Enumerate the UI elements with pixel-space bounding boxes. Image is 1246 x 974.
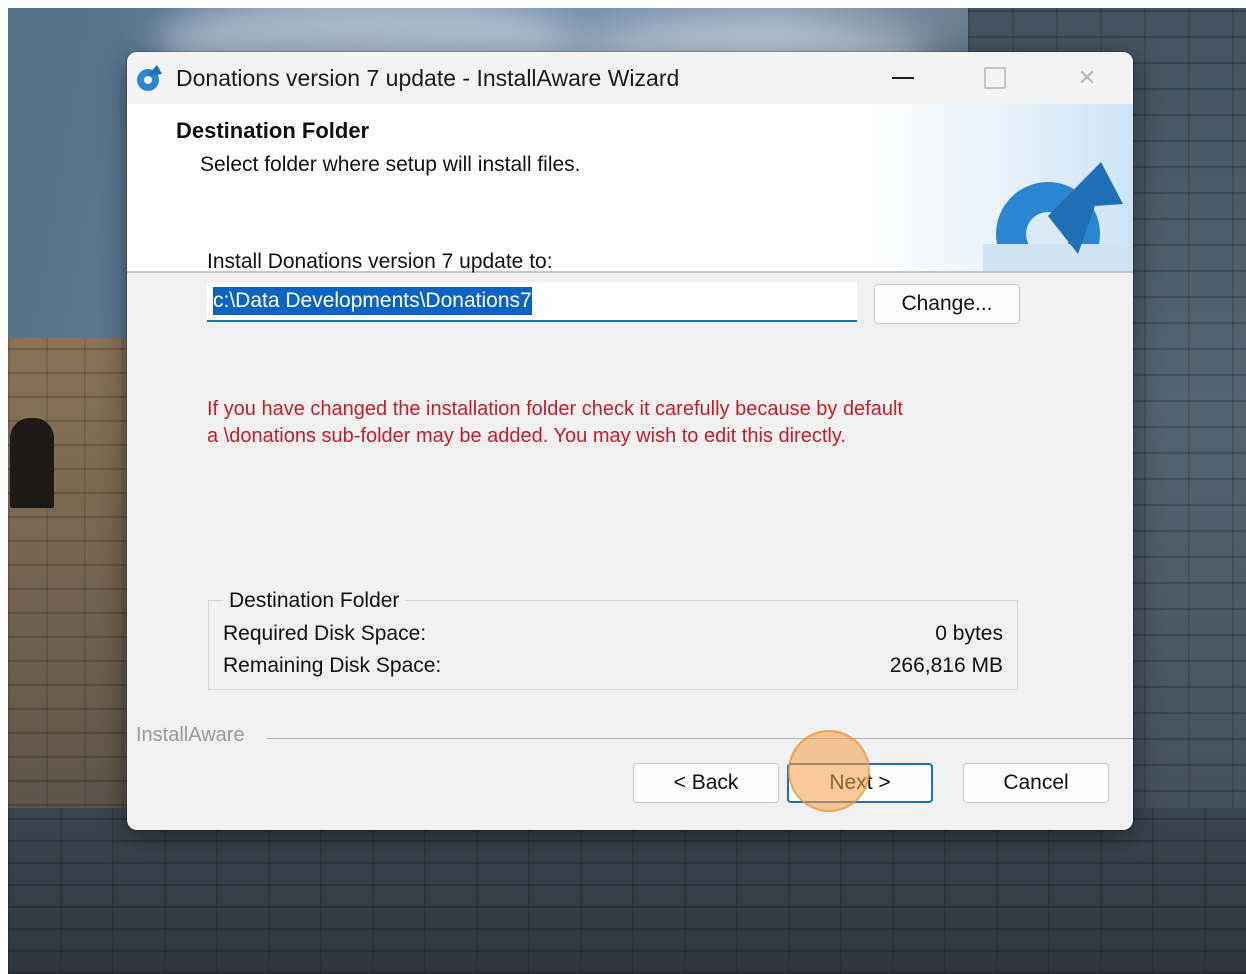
close-button[interactable]: ✕ [1041,52,1133,104]
close-icon: ✕ [1077,65,1097,90]
header-graphic [873,104,1133,286]
install-path-value[interactable]: c:\Data Developments\Donations7 [213,287,532,315]
folder-warning-text: If you have changed the installation fol… [207,396,1007,450]
install-location-label: Install Donations version 7 update to: [207,250,553,273]
page-subtitle: Select folder where setup will install f… [200,153,581,176]
disk-space-group-title: Destination Folder [223,589,406,613]
install-path-field[interactable]: c:\Data Developments\Donations7 [207,282,857,322]
remaining-disk-space-row: Remaining Disk Space: 266,816 MB [223,654,1003,678]
castle-window [10,418,54,508]
minimize-icon [892,77,914,79]
cancel-button[interactable]: Cancel [963,763,1109,803]
minimize-button[interactable] [857,52,949,104]
required-disk-space-label: Required Disk Space: [223,622,427,645]
change-folder-button[interactable]: Change... [874,284,1020,324]
installaware-brand-label: InstallAware [136,724,245,746]
page-title: Destination Folder [176,118,370,143]
required-disk-space-row: Required Disk Space: 0 bytes [223,622,1003,646]
warning-line: a \donations sub-folder may be added. Yo… [207,425,846,447]
installer-dialog: Donations version 7 update - InstallAwar… [127,52,1133,830]
installaware-app-icon [137,65,162,91]
required-disk-space-value: 0 bytes [935,622,1003,645]
next-button[interactable]: Next > [787,763,933,803]
maximize-icon [984,67,1006,89]
maximize-button[interactable] [949,52,1041,104]
warning-line: If you have changed the installation fol… [207,398,903,420]
title-bar[interactable]: Donations version 7 update - InstallAwar… [127,52,1133,104]
castle-wall [8,808,1246,974]
footer-divider [267,738,1133,739]
wizard-header: Destination Folder Select folder where s… [127,104,1133,286]
installaware-logo-icon [983,162,1133,286]
remaining-disk-space-label: Remaining Disk Space: [223,654,442,677]
back-button[interactable]: < Back [633,763,779,803]
remaining-disk-space-value: 266,816 MB [889,654,1003,677]
window-title: Donations version 7 update - InstallAwar… [176,65,680,91]
